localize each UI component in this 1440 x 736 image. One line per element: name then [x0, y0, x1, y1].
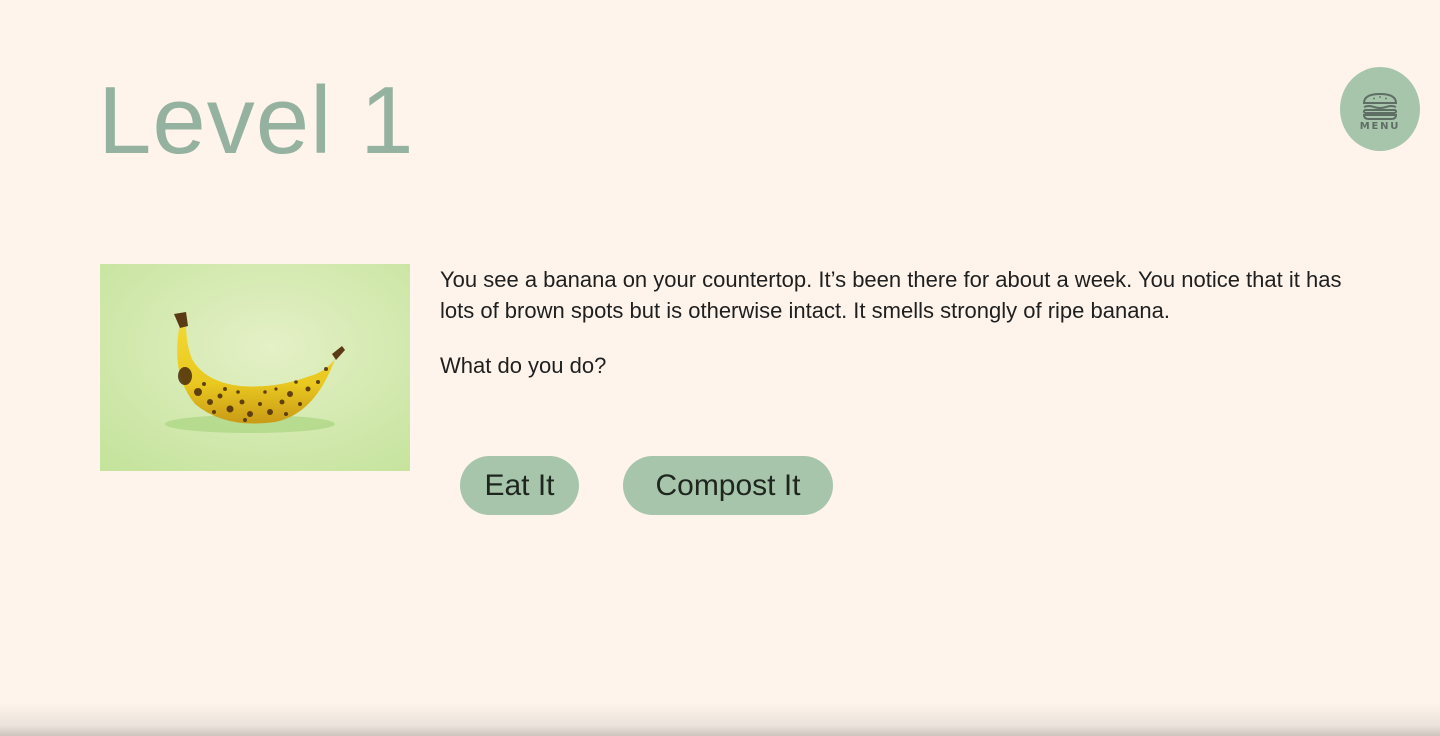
scene-description: You see a banana on your countertop. It’…: [440, 267, 1342, 323]
burger-icon: [1362, 92, 1398, 120]
menu-button[interactable]: MENU: [1340, 67, 1420, 151]
eat-it-button[interactable]: Eat It: [460, 456, 579, 515]
banana-image: [100, 264, 410, 471]
scene-description-block: You see a banana on your countertop. It’…: [440, 264, 1360, 381]
bottom-edge-shadow: [0, 702, 1440, 736]
scene-question: What do you do?: [440, 353, 607, 378]
compost-it-button[interactable]: Compost It: [623, 456, 833, 515]
menu-label: MENU: [1359, 121, 1401, 132]
page-title: Level 1: [98, 67, 415, 174]
